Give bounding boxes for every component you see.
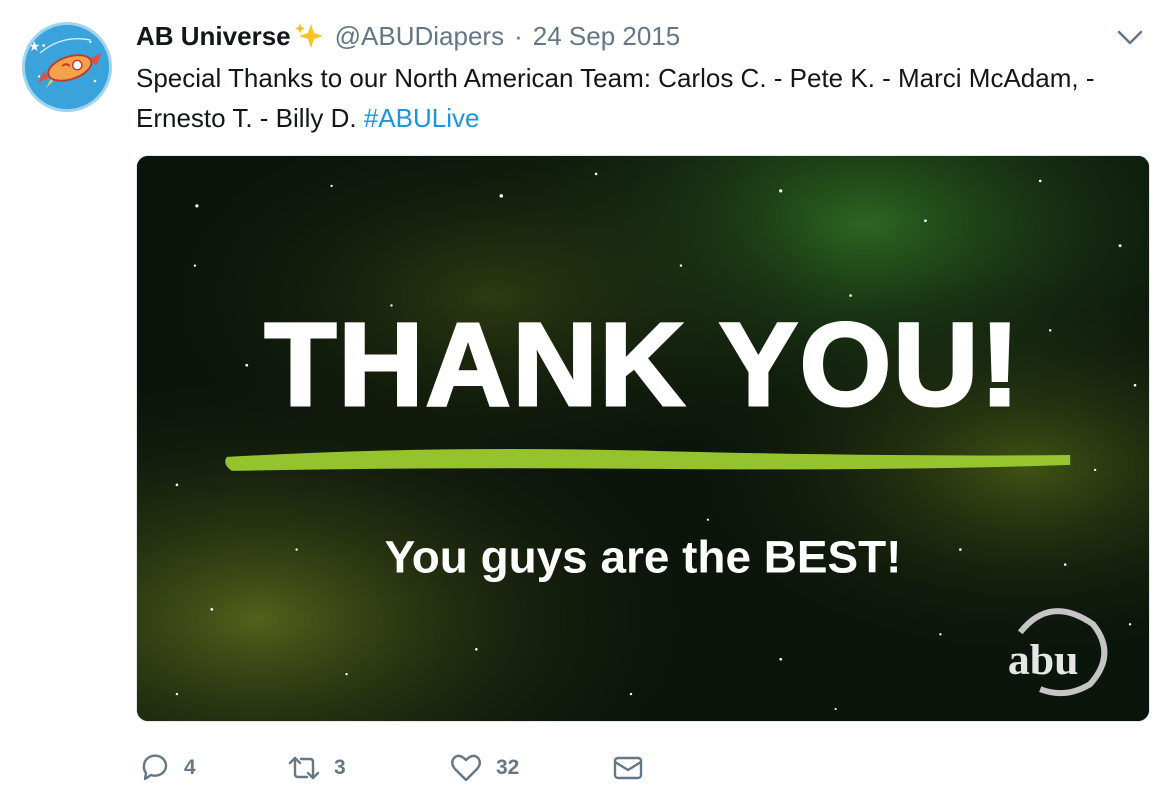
like-action[interactable]: 32 (448, 750, 610, 786)
handle[interactable]: @ABUDiapers (335, 21, 504, 52)
avatar[interactable] (22, 22, 112, 112)
tweet-body: Special Thanks to our North American Tea… (136, 63, 1095, 133)
rocket-avatar-image (25, 25, 109, 109)
heart-icon[interactable] (448, 750, 484, 786)
reply-count: 4 (184, 756, 196, 779)
tweet-header: AB Universe @ABUDiapers · 24 Sep 2015 (136, 18, 680, 54)
tweet-actions: 4 3 32 (136, 748, 646, 788)
hashtag-link[interactable]: #ABULive (364, 103, 480, 133)
reply-icon[interactable] (136, 750, 172, 786)
tweet: AB Universe @ABUDiapers · 24 Sep 2015 Sp… (0, 0, 1168, 802)
tweet-media-image[interactable]: THANK YOU! You guys are the BEST! abu (136, 155, 1150, 722)
separator-dot: · (514, 20, 523, 51)
display-name[interactable]: AB Universe (136, 21, 291, 52)
retweet-icon[interactable] (286, 750, 322, 786)
abu-logo-text: abu (1008, 636, 1079, 684)
thank-you-headline: THANK YOU! (265, 298, 1022, 430)
retweet-action[interactable]: 3 (286, 750, 448, 786)
thank-you-graphic: THANK YOU! You guys are the BEST! abu (137, 156, 1149, 721)
message-action[interactable] (610, 750, 646, 786)
like-count: 32 (496, 756, 520, 779)
retweet-count: 3 (334, 756, 346, 779)
best-subline: You guys are the BEST! (385, 531, 902, 583)
reply-action[interactable]: 4 (136, 750, 286, 786)
chevron-down-icon[interactable] (1114, 24, 1146, 52)
sparkles-icon (293, 20, 325, 52)
envelope-icon[interactable] (610, 750, 646, 786)
tweet-text: Special Thanks to our North American Tea… (136, 58, 1136, 138)
tweet-date[interactable]: 24 Sep 2015 (533, 21, 680, 52)
